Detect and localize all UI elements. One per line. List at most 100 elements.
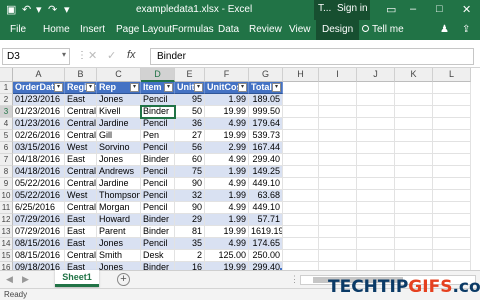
cell-a5[interactable]: 02/26/2016 — [13, 130, 65, 142]
cell-k15[interactable] — [395, 250, 433, 262]
sheet-prev-icon[interactable]: ◀ — [6, 274, 13, 285]
cell-b5[interactable]: Central — [65, 130, 97, 142]
cell-l15[interactable] — [433, 250, 471, 262]
cell-i16[interactable] — [319, 262, 357, 270]
cell-h5[interactable] — [283, 130, 319, 142]
cell-l12[interactable] — [433, 214, 471, 226]
cell-c3[interactable]: Kivell — [97, 106, 141, 118]
row-header-2[interactable]: 2 — [0, 94, 13, 106]
column-header-c[interactable]: C — [97, 68, 141, 82]
cell-i8[interactable] — [319, 166, 357, 178]
cell-l6[interactable] — [433, 142, 471, 154]
cell-d11[interactable]: Pencil — [141, 202, 175, 214]
cell-l5[interactable] — [433, 130, 471, 142]
cell-g9[interactable]: 449.10 — [249, 178, 283, 190]
tab-review[interactable]: Review — [249, 24, 282, 35]
row-header-7[interactable]: 7 — [0, 154, 13, 166]
cell-j5[interactable] — [357, 130, 395, 142]
cell-h12[interactable] — [283, 214, 319, 226]
cell-i1[interactable] — [319, 82, 357, 94]
tab-view[interactable]: View — [289, 24, 311, 35]
column-header-k[interactable]: K — [395, 68, 433, 82]
cell-a15[interactable]: 08/15/2016 — [13, 250, 65, 262]
cell-l8[interactable] — [433, 166, 471, 178]
row-header-13[interactable]: 13 — [0, 226, 13, 238]
sheet-next-icon[interactable]: ▶ — [22, 274, 29, 285]
cell-h6[interactable] — [283, 142, 319, 154]
cell-j2[interactable] — [357, 94, 395, 106]
cell-j8[interactable] — [357, 166, 395, 178]
cell-k13[interactable] — [395, 226, 433, 238]
row-header-1[interactable]: 1 — [0, 82, 13, 94]
cell-j4[interactable] — [357, 118, 395, 130]
maximize-icon[interactable]: □ — [436, 3, 443, 15]
cell-e6[interactable]: 56 — [175, 142, 205, 154]
filter-dropdown-icon[interactable]: ▾ — [86, 83, 95, 92]
cell-a7[interactable]: 04/18/2016 — [13, 154, 65, 166]
cell-k11[interactable] — [395, 202, 433, 214]
cell-e10[interactable]: 32 — [175, 190, 205, 202]
cell-i13[interactable] — [319, 226, 357, 238]
row-header-5[interactable]: 5 — [0, 130, 13, 142]
cell-c6[interactable]: Sorvino — [97, 142, 141, 154]
cell-k6[interactable] — [395, 142, 433, 154]
tab-design[interactable]: Design — [316, 20, 360, 40]
cell-f14[interactable]: 4.99 — [205, 238, 249, 250]
cell-e13[interactable]: 81 — [175, 226, 205, 238]
cell-g6[interactable]: 167.44 — [249, 142, 283, 154]
cell-f6[interactable]: 2.99 — [205, 142, 249, 154]
table-header-item[interactable]: Item ▾ — [141, 82, 175, 94]
cell-b4[interactable]: Central — [65, 118, 97, 130]
table-header-total[interactable]: Total ▾ — [249, 82, 283, 94]
tab-insert[interactable]: Insert — [80, 24, 105, 35]
cell-k4[interactable] — [395, 118, 433, 130]
ribbon-display-icon[interactable]: ▭ — [386, 3, 396, 16]
cell-e14[interactable]: 35 — [175, 238, 205, 250]
redo-icon[interactable]: ↷ — [48, 3, 57, 17]
cell-l4[interactable] — [433, 118, 471, 130]
share-icon[interactable]: ⇪ — [462, 24, 470, 35]
cell-i11[interactable] — [319, 202, 357, 214]
cell-e8[interactable]: 75 — [175, 166, 205, 178]
filter-dropdown-icon[interactable]: ▾ — [164, 83, 173, 92]
cancel-entry-button[interactable]: ✕ — [88, 49, 97, 62]
cell-d4[interactable]: Pencil — [141, 118, 175, 130]
cell-e16[interactable]: 16 — [175, 262, 205, 270]
tab-page-layout[interactable]: Page Layout — [116, 24, 172, 35]
undo-dropdown-icon[interactable]: ▾ — [36, 3, 42, 17]
cell-l10[interactable] — [433, 190, 471, 202]
cell-i10[interactable] — [319, 190, 357, 202]
cell-c5[interactable]: Gill — [97, 130, 141, 142]
table-header-rep[interactable]: Rep ▾ — [97, 82, 141, 94]
column-header-g[interactable]: G — [249, 68, 283, 82]
cell-a6[interactable]: 03/15/2016 — [13, 142, 65, 154]
cell-b7[interactable]: East — [65, 154, 97, 166]
name-box-dropdown-icon[interactable]: ▾ — [62, 50, 66, 59]
cell-k12[interactable] — [395, 214, 433, 226]
cell-f4[interactable]: 4.99 — [205, 118, 249, 130]
cell-b14[interactable]: East — [65, 238, 97, 250]
cell-i5[interactable] — [319, 130, 357, 142]
cell-h15[interactable] — [283, 250, 319, 262]
column-header-b[interactable]: B — [65, 68, 97, 82]
tab-file[interactable]: File — [10, 24, 26, 35]
cell-h4[interactable] — [283, 118, 319, 130]
cell-c8[interactable]: Andrews — [97, 166, 141, 178]
table-header-region[interactable]: Region ▾ — [65, 82, 97, 94]
cell-h2[interactable] — [283, 94, 319, 106]
cell-c12[interactable]: Howard — [97, 214, 141, 226]
cell-f2[interactable]: 1.99 — [205, 94, 249, 106]
column-header-f[interactable]: F — [205, 68, 249, 82]
cell-i3[interactable] — [319, 106, 357, 118]
cell-i6[interactable] — [319, 142, 357, 154]
cell-a16[interactable]: 09/18/2016 — [13, 262, 65, 270]
cell-j9[interactable] — [357, 178, 395, 190]
cell-e9[interactable]: 90 — [175, 178, 205, 190]
cell-i15[interactable] — [319, 250, 357, 262]
cell-c4[interactable]: Jardine — [97, 118, 141, 130]
undo-icon[interactable]: ↶ — [22, 3, 31, 17]
cell-g10[interactable]: 63.68 — [249, 190, 283, 202]
table-header-orderdate[interactable]: OrderDate ▾ — [13, 82, 65, 94]
cell-e5[interactable]: 27 — [175, 130, 205, 142]
formula-input[interactable]: Binder — [150, 48, 474, 65]
